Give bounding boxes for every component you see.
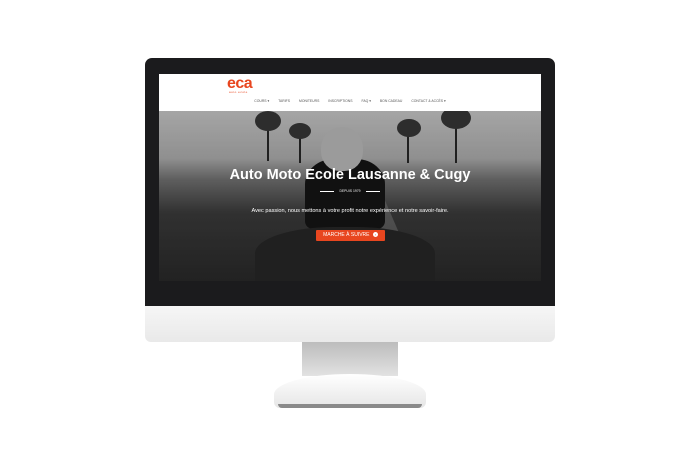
nav-item-tarifs[interactable]: TARIFS xyxy=(278,99,290,104)
nav-item-bon-cadeau[interactable]: BON CADEAU xyxy=(380,99,402,104)
nav-item-faq[interactable]: FAQ ▾ xyxy=(361,99,370,104)
website-screen: eca auto ecole COURS ▾ TARIFS MONITEURS … xyxy=(159,74,541,281)
hero-banner: Auto Moto Ecole Lausanne & Cugy DEPUIS 1… xyxy=(159,111,541,281)
nav-item-contact[interactable]: CONTACT & ACCÈS ▾ xyxy=(411,99,445,104)
arrow-circle-icon: › xyxy=(372,232,378,237)
monitor: eca auto ecole COURS ▾ TARIFS MONITEURS … xyxy=(145,58,555,342)
monitor-bezel: eca auto ecole COURS ▾ TARIFS MONITEURS … xyxy=(145,58,555,306)
monitor-stand-base xyxy=(274,374,426,408)
nav-item-inscriptions[interactable]: INSCRIPTIONS xyxy=(328,99,352,104)
top-navigation: eca auto ecole COURS ▾ TARIFS MONITEURS … xyxy=(159,74,541,111)
nav-item-cours[interactable]: COURS ▾ xyxy=(254,99,269,104)
hero-tagline: Avec passion, nous mettons à votre profi… xyxy=(251,208,449,214)
since-divider: DEPUIS 1979 xyxy=(320,188,380,194)
divider-line xyxy=(366,191,380,192)
hero-overlay xyxy=(159,111,541,281)
cta-label: MARCHE À SUIVRE xyxy=(323,232,370,238)
nav-item-moniteurs[interactable]: MONITEURS xyxy=(299,99,319,104)
monitor-chin xyxy=(145,306,555,342)
hero-title: Auto Moto Ecole Lausanne & Cugy xyxy=(229,167,471,183)
logo-subtext: auto ecole xyxy=(229,90,248,94)
main-menu: COURS ▾ TARIFS MONITEURS INSCRIPTIONS FA… xyxy=(159,99,541,104)
monitor-stand-base-edge xyxy=(278,404,422,408)
marche-a-suivre-button[interactable]: MARCHE À SUIVRE › xyxy=(316,230,385,241)
monitor-stand-neck xyxy=(302,342,398,376)
